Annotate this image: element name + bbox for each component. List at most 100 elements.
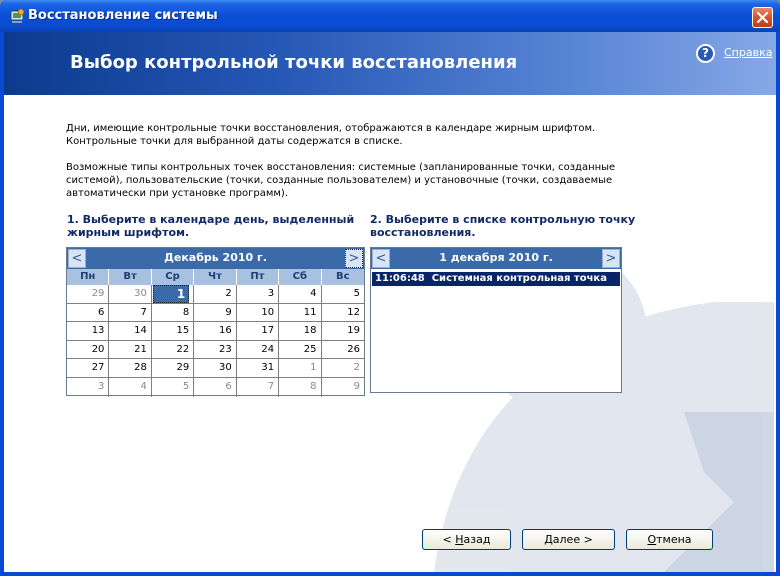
info-text-line: автоматически при установке программ). — [66, 188, 288, 199]
step1-line: 1. Выберите в календаре день, выделенный — [67, 213, 355, 226]
calendar-day[interactable]: 5 — [322, 285, 364, 303]
calendar-month-label: Декабрь 2010 г. — [164, 251, 267, 264]
calendar-next-month-button[interactable]: > — [345, 249, 363, 268]
calendar-day[interactable]: 6 — [194, 377, 237, 397]
info-text-line: Дни, имеющие контрольные точки восстанов… — [66, 123, 596, 134]
calendar-day[interactable]: 17 — [237, 322, 280, 340]
calendar-week: 3 4 5 6 7 8 9 — [67, 377, 364, 397]
close-icon — [756, 11, 769, 24]
calendar-day[interactable]: 18 — [279, 322, 322, 340]
calendar-day[interactable]: 8 — [152, 303, 195, 322]
step1-line: жирным шрифтом. — [67, 226, 190, 239]
cancel-button[interactable]: Отмена — [626, 529, 713, 550]
calendar-day[interactable]: 16 — [194, 322, 237, 340]
calendar-day[interactable]: 4 — [109, 377, 152, 397]
calendar-day[interactable]: 23 — [194, 340, 237, 359]
calendar-day[interactable]: 20 — [67, 340, 110, 359]
wizard-header: Выбор контрольной точки восстановления ?… — [4, 32, 776, 95]
calendar-day[interactable]: 29 — [67, 285, 110, 303]
window-title: Восстановление системы — [28, 8, 218, 23]
calendar-days: 29 30 1 2 3 4 5 6 7 8 9 10 11 12 13 14 1… — [67, 285, 364, 397]
restore-point-list: 1 декабря 2010 г. < > 11:06:48 Системная… — [370, 247, 622, 393]
selected-day-label: 1 — [153, 285, 190, 303]
calendar-day[interactable]: 1 — [279, 359, 322, 377]
calendar-day[interactable]: 2 — [322, 359, 364, 377]
calendar-day[interactable]: 30 — [109, 285, 152, 303]
weekday-label: Пн — [67, 269, 110, 285]
help-icon[interactable]: ? — [696, 44, 715, 63]
close-button[interactable] — [752, 7, 773, 28]
weekday-label: Ср — [152, 269, 195, 285]
calendar-day[interactable]: 13 — [67, 322, 110, 340]
info-text-line: системой), пользовательские (точки, созд… — [66, 175, 613, 186]
calendar-week: 27 28 29 30 31 1 2 — [67, 359, 364, 378]
calendar-weekdays: Пн Вт Ср Чт Пт Сб Вс — [67, 269, 364, 285]
calendar-day[interactable]: 22 — [152, 340, 195, 359]
calendar-day[interactable]: 9 — [322, 378, 364, 397]
system-restore-icon — [10, 8, 25, 23]
title-bar[interactable]: Восстановление системы — [0, 0, 780, 32]
page-title: Выбор контрольной точки восстановления — [70, 52, 518, 73]
info-paragraph-2: Возможные типы контрольных точек восстан… — [66, 161, 626, 200]
info-text-line: Возможные типы контрольных точек восстан… — [66, 162, 616, 173]
calendar-day[interactable]: 21 — [109, 340, 152, 359]
calendar-day[interactable]: 3 — [67, 377, 110, 397]
calendar-day-selected[interactable]: 1 — [151, 285, 195, 303]
calendar-day[interactable]: 6 — [67, 303, 110, 322]
back-button-hotkey: Н — [455, 533, 464, 546]
calendar-day[interactable]: 27 — [67, 359, 110, 377]
back-button-label: азад — [463, 533, 491, 546]
calendar-day[interactable]: 31 — [237, 359, 280, 377]
calendar-day[interactable]: 24 — [237, 340, 280, 359]
calendar-header: Декабрь 2010 г. < > — [67, 248, 364, 269]
next-button-hotkey: Д — [544, 533, 553, 546]
restore-point-prev-day-button[interactable]: < — [372, 249, 390, 268]
calendar-day[interactable]: 4 — [279, 285, 322, 303]
weekday-label: Пт — [237, 269, 280, 285]
restore-point-next-day-button[interactable]: > — [602, 249, 620, 268]
calendar-day[interactable]: 30 — [194, 359, 237, 377]
weekday-label: Вт — [109, 269, 152, 285]
calendar-day[interactable]: 28 — [109, 359, 152, 377]
calendar-day[interactable]: 7 — [237, 377, 280, 397]
step2-line: 2. Выберите в списке контрольную точку — [370, 213, 636, 226]
calendar-week: 13 14 15 16 17 18 19 — [67, 322, 364, 341]
calendar-day[interactable]: 14 — [109, 322, 152, 340]
weekday-label: Чт — [194, 269, 237, 285]
calendar-week: 6 7 8 9 10 11 12 — [67, 303, 364, 323]
step2-line: восстановления. — [370, 226, 476, 239]
wizard-client-area: Выбор контрольной точки восстановления ?… — [4, 32, 776, 572]
restore-point-list-header: 1 декабря 2010 г. < > — [371, 248, 621, 269]
calendar-day[interactable]: 3 — [237, 285, 280, 303]
calendar-day[interactable]: 9 — [194, 303, 237, 322]
weekday-label: Вс — [335, 271, 350, 282]
calendar-day[interactable]: 15 — [152, 322, 195, 340]
calendar-day[interactable]: 19 — [322, 322, 364, 340]
next-button[interactable]: Далее > — [522, 529, 615, 550]
calendar-week: 29 30 1 2 3 4 5 — [67, 285, 364, 304]
calendar-day[interactable]: 2 — [194, 285, 237, 303]
calendar-day[interactable]: 26 — [322, 341, 364, 359]
calendar-day[interactable]: 29 — [152, 359, 195, 377]
back-button-prefix: < — [442, 533, 456, 546]
calendar-prev-month-button[interactable]: < — [68, 249, 86, 268]
help-link[interactable]: Справка — [724, 46, 772, 59]
cancel-button-hotkey: О — [647, 533, 657, 546]
weekday-label: Сб — [279, 269, 322, 285]
calendar-day[interactable]: 12 — [322, 304, 364, 322]
calendar-day[interactable]: 25 — [279, 340, 322, 359]
calendar-day[interactable]: 10 — [237, 303, 280, 322]
calendar-day[interactable]: 5 — [152, 377, 195, 397]
calendar: Декабрь 2010 г. < > Пн Вт Ср Чт Пт Сб Вс… — [66, 247, 365, 397]
restore-point-item[interactable]: 11:06:48 Системная контрольная точка — [372, 272, 620, 286]
step2-label: 2. Выберите в списке контрольную точку в… — [370, 213, 640, 239]
info-text-line: Контрольные точки для выбранной даты сод… — [66, 136, 403, 147]
calendar-day[interactable]: 8 — [279, 377, 322, 397]
back-button[interactable]: < Назад — [422, 529, 511, 550]
calendar-day[interactable]: 7 — [109, 303, 152, 322]
calendar-day[interactable]: 11 — [279, 303, 322, 322]
system-restore-window: Восстановление системы Выбор контрольной… — [0, 0, 780, 576]
calendar-week: 20 21 22 23 24 25 26 — [67, 340, 364, 360]
restore-point-time: 11:06:48 — [375, 273, 425, 284]
step1-label: 1. Выберите в календаре день, выделенный… — [67, 213, 357, 239]
